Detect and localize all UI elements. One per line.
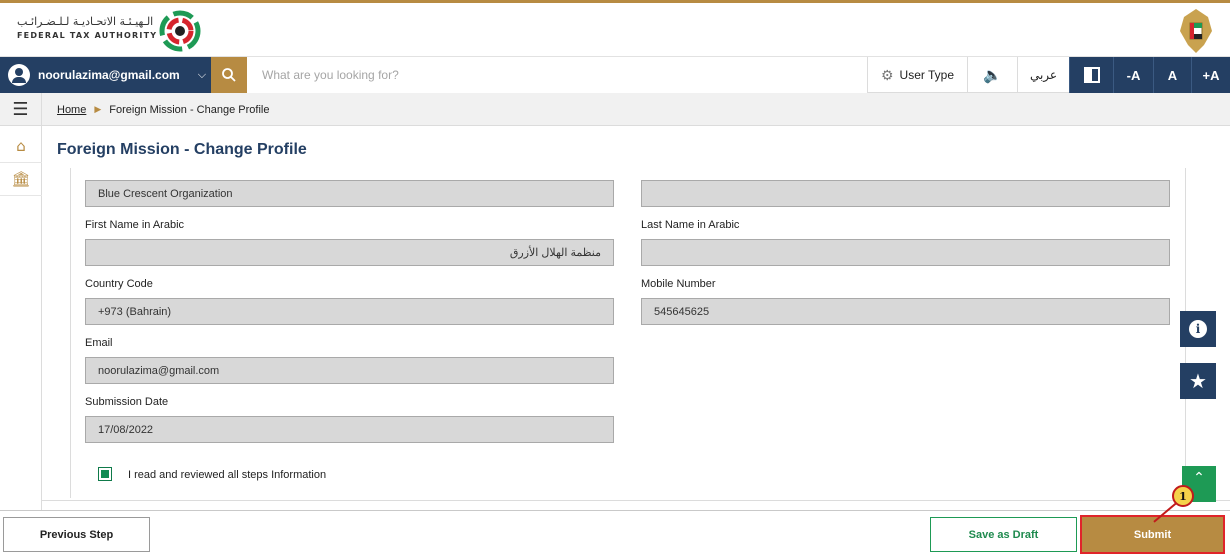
first-name-arabic-label: First Name in Arabic	[85, 219, 185, 231]
email-label: Email	[85, 337, 113, 349]
submission-date-label: Submission Date	[85, 396, 169, 408]
fta-logo-english: FEDERAL TAX AUTHORITY	[17, 31, 158, 40]
top-right-field[interactable]	[641, 180, 1170, 207]
mobile-number-label: Mobile Number	[641, 278, 716, 290]
submit-button[interactable]: Submit	[1080, 515, 1225, 554]
annotation-marker: 1	[1172, 485, 1194, 507]
left-rail: ⌂ 🏛	[0, 126, 42, 510]
contrast-toggle[interactable]	[1069, 57, 1113, 93]
breadcrumb-current: Foreign Mission - Change Profile	[109, 103, 270, 116]
breadcrumb-home-link[interactable]: Home	[57, 104, 86, 116]
menu-toggle-icon[interactable]: ☰	[0, 93, 42, 126]
previous-step-button[interactable]: Previous Step	[3, 517, 150, 552]
breadcrumb-separator-icon: ▶	[94, 104, 102, 114]
page-title: Foreign Mission - Change Profile	[57, 141, 307, 158]
user-type-label: User Type	[899, 68, 955, 82]
language-label: عربي	[1029, 68, 1058, 82]
font-decrease-button[interactable]: -A	[1113, 57, 1153, 93]
search-input[interactable]	[247, 57, 867, 93]
font-increase-button[interactable]: +A	[1191, 57, 1230, 93]
breadcrumb-bar: ☰ Home ▶ Foreign Mission - Change Profil…	[0, 93, 1230, 126]
last-name-arabic-field[interactable]	[641, 239, 1170, 266]
user-type-button[interactable]: ⚙ User Type	[867, 57, 967, 93]
mobile-number-field[interactable]: 545645625	[641, 298, 1170, 325]
checkbox-checked-icon	[101, 470, 109, 478]
country-code-label: Country Code	[85, 278, 153, 290]
confirm-checkbox-label: I read and reviewed all steps Informatio…	[128, 469, 327, 481]
form-footer: Previous Step Save as Draft Submit	[0, 510, 1230, 558]
search-button[interactable]	[211, 57, 247, 93]
email-field[interactable]: noorulazima@gmail.com	[85, 357, 614, 384]
chevron-down-icon: ⌵	[197, 68, 207, 81]
breadcrumb: Home ▶ Foreign Mission - Change Profile	[57, 93, 269, 126]
top-toolbar: noorulazima@gmail.com ⌵ ⚙ User Type 🔈 عر…	[0, 57, 1230, 93]
save-draft-button[interactable]: Save as Draft	[930, 517, 1077, 552]
home-icon[interactable]: ⌂	[0, 130, 42, 163]
language-arabic-button[interactable]: عربي	[1017, 57, 1069, 93]
last-name-arabic-label: Last Name in Arabic	[641, 219, 740, 231]
fta-logo-arabic: الـهيـئـة الاتحـاديـة لـلـضـرائـب	[17, 15, 154, 28]
user-email: noorulazima@gmail.com	[38, 68, 180, 82]
user-menu[interactable]: noorulazima@gmail.com ⌵	[0, 57, 211, 93]
star-icon: ★	[1189, 369, 1207, 393]
form-panel	[70, 168, 1186, 498]
divider	[42, 500, 1230, 501]
speaker-button[interactable]: 🔈	[967, 57, 1017, 93]
uae-emblem-icon	[1180, 9, 1212, 53]
gear-icon: ⚙	[880, 66, 894, 83]
speaker-icon: 🔈	[983, 67, 1002, 84]
organization-name-field[interactable]: Blue Crescent Organization	[85, 180, 614, 207]
user-avatar-icon	[8, 64, 30, 86]
submission-date-field[interactable]: 17/08/2022	[85, 416, 614, 443]
country-code-field[interactable]: +973 (Bahrain)	[85, 298, 614, 325]
font-normal-button[interactable]: A	[1153, 57, 1191, 93]
confirm-checkbox[interactable]	[98, 467, 112, 481]
contrast-icon	[1083, 67, 1100, 83]
fta-logo-mark-icon	[159, 10, 201, 52]
fta-logo[interactable]: الـهيـئـة الاتحـاديـة لـلـضـرائـب FEDERA…	[8, 7, 201, 53]
search-icon	[222, 68, 236, 82]
first-name-arabic-field[interactable]: منظمة الهلال الأزرق	[85, 239, 614, 266]
site-header: الـهيـئـة الاتحـاديـة لـلـضـرائـب FEDERA…	[0, 3, 1230, 57]
info-icon: i	[1189, 320, 1207, 338]
info-button[interactable]: i	[1180, 311, 1216, 347]
chevron-double-up-icon: ⌃	[1193, 470, 1205, 486]
bank-icon[interactable]: 🏛	[0, 163, 42, 196]
favorite-button[interactable]: ★	[1180, 363, 1216, 399]
